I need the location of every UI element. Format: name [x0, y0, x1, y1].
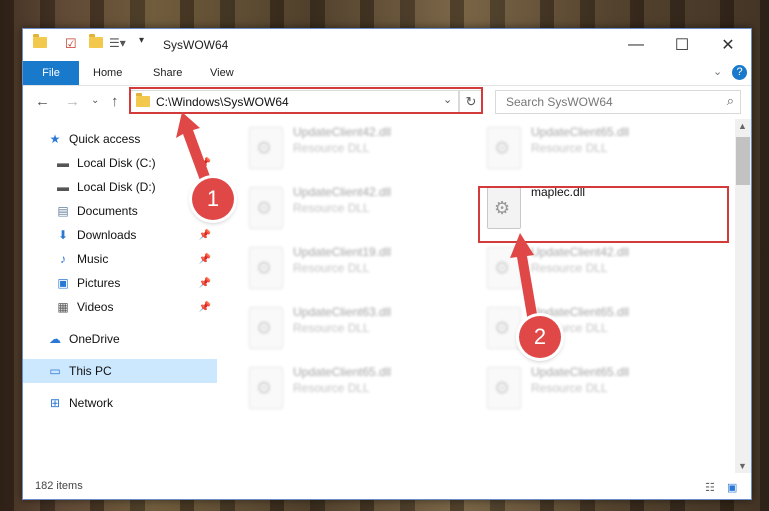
music-icon: ♪: [60, 252, 66, 266]
dll-file-icon: [249, 307, 283, 349]
drive-icon: ▬: [57, 180, 69, 194]
details-view-icon[interactable]: ☷: [705, 481, 715, 494]
sidebar-item-pictures[interactable]: ▣ Pictures 📌: [23, 271, 217, 295]
window-title: SysWOW64: [163, 38, 229, 52]
list-item[interactable]: UpdateClient65.dll Resource DLL: [245, 361, 475, 413]
dll-file-icon: [487, 367, 521, 409]
pin-icon[interactable]: 📌: [199, 302, 211, 313]
file-name: UpdateClient65.dll: [531, 125, 630, 139]
forward-icon[interactable]: →: [65, 93, 80, 110]
sidebar-item-this-pc[interactable]: ▭ This PC: [23, 359, 217, 383]
sidebar-item-label: This PC: [69, 364, 112, 378]
pin-icon[interactable]: 📌: [199, 278, 211, 289]
step-badge-2: 2: [519, 316, 561, 358]
dll-file-icon: [249, 187, 283, 229]
recent-locations-icon[interactable]: ⌄: [91, 95, 99, 106]
tab-view[interactable]: View: [210, 67, 234, 79]
dll-file-icon: [249, 127, 283, 169]
large-icons-view-icon[interactable]: ▣: [727, 481, 737, 494]
file-type: Resource DLL: [293, 201, 370, 215]
list-item[interactable]: UpdateClient65.dll Resource DLL: [483, 121, 713, 173]
dll-file-icon: [249, 247, 283, 289]
tab-share[interactable]: Share: [153, 67, 182, 79]
file-list: UpdateClient42.dll Resource DLL UpdateCl…: [219, 119, 735, 473]
dropdown-icon[interactable]: ▾: [139, 35, 144, 46]
dll-file-icon: [487, 127, 521, 169]
file-name: UpdateClient63.dll: [293, 305, 392, 319]
sidebar-item-onedrive[interactable]: ☁ OneDrive: [23, 327, 217, 351]
file-type: Resource DLL: [293, 261, 370, 275]
search-input[interactable]: Search SysWOW64 ⌕: [495, 90, 741, 114]
download-icon: ⬇: [57, 228, 69, 242]
list-item[interactable]: UpdateClient19.dll Resource DLL: [245, 241, 475, 293]
back-icon[interactable]: ←: [35, 93, 50, 110]
ribbon-tabs: File Home Share View ⌄ ?: [23, 61, 751, 86]
status-bar: 182 items ☷ ▣: [23, 477, 751, 499]
sidebar-item-label: Quick access: [69, 132, 141, 146]
expand-ribbon-icon[interactable]: ⌄: [713, 65, 722, 78]
list-item[interactable]: UpdateClient65.dll Resource DLL: [483, 361, 713, 413]
file-name: UpdateClient65.dll: [531, 365, 630, 379]
sidebar-item-downloads[interactable]: ⬇ Downloads 📌: [23, 223, 217, 247]
videos-icon: ▦: [57, 300, 69, 314]
folder-icon: [33, 34, 47, 48]
step-badge-1: 1: [192, 178, 234, 220]
properties-icon[interactable]: ☑: [65, 36, 77, 52]
dll-file-icon: [249, 367, 283, 409]
vertical-scrollbar[interactable]: ▲ ▼: [735, 119, 751, 473]
minimize-button[interactable]: —: [613, 29, 659, 61]
help-icon[interactable]: ?: [732, 65, 747, 80]
sidebar-item-label: Videos: [77, 300, 114, 314]
cloud-icon: ☁: [49, 332, 61, 346]
search-placeholder: Search SysWOW64: [506, 95, 613, 109]
file-type: Resource DLL: [531, 141, 608, 155]
file-type: Resource DLL: [293, 321, 370, 335]
sidebar-item-label: Pictures: [77, 276, 121, 290]
title-bar: ☑ ☰▾ ▾ SysWOW64 — ☐ ✕: [23, 29, 751, 61]
sidebar-item-label: Downloads: [77, 228, 137, 242]
documents-icon: ▤: [57, 204, 69, 218]
sidebar-item-label: Local Disk (C:): [77, 156, 156, 170]
maximize-button[interactable]: ☐: [659, 29, 705, 61]
file-name: UpdateClient19.dll: [293, 245, 392, 259]
list-item[interactable]: UpdateClient63.dll Resource DLL: [245, 301, 475, 353]
computer-icon: ▭: [49, 364, 61, 378]
list-item[interactable]: UpdateClient42.dll Resource DLL: [245, 121, 475, 173]
pin-icon[interactable]: 📌: [199, 254, 211, 265]
star-icon: ★: [49, 132, 61, 146]
sidebar-item-music[interactable]: ♪ Music 📌: [23, 247, 217, 271]
network-icon: ⊞: [49, 396, 61, 410]
list-item[interactable]: UpdateClient42.dll Resource DLL: [245, 181, 475, 233]
file-name: UpdateClient42.dll: [293, 125, 392, 139]
close-button[interactable]: ✕: [705, 29, 751, 61]
scroll-up-icon[interactable]: ▲: [738, 121, 747, 131]
sidebar-item-label: Network: [69, 396, 114, 410]
tab-home[interactable]: Home: [93, 67, 122, 79]
file-type: Resource DLL: [293, 381, 370, 395]
file-type: Resource DLL: [293, 141, 370, 155]
file-name: UpdateClient65.dll: [293, 365, 392, 379]
drive-icon: ▬: [57, 156, 69, 170]
scrollbar-thumb[interactable]: [736, 137, 750, 185]
explorer-window: ☑ ☰▾ ▾ SysWOW64 — ☐ ✕ File Home Share Vi…: [22, 28, 752, 500]
up-icon[interactable]: ↑: [111, 93, 119, 110]
file-type: Resource DLL: [531, 381, 608, 395]
file-name: UpdateClient42.dll: [293, 185, 392, 199]
sidebar-item-label: OneDrive: [69, 332, 120, 346]
sidebar-item-label: Documents: [77, 204, 138, 218]
pin-icon[interactable]: 📌: [199, 230, 211, 241]
tab-file[interactable]: File: [23, 61, 79, 85]
new-folder-icon[interactable]: [89, 34, 103, 48]
sidebar-item-label: Local Disk (D:): [77, 180, 156, 194]
sidebar-item-network[interactable]: ⊞ Network: [23, 391, 217, 415]
pictures-icon: ▣: [57, 276, 69, 290]
item-count: 182 items: [35, 480, 83, 492]
customize-qat-icon[interactable]: ☰▾: [109, 36, 126, 50]
sidebar-item-videos[interactable]: ▦ Videos 📌: [23, 295, 217, 319]
scroll-down-icon[interactable]: ▼: [738, 461, 747, 471]
sidebar-item-label: Music: [77, 252, 109, 266]
search-icon: ⌕: [726, 93, 734, 108]
